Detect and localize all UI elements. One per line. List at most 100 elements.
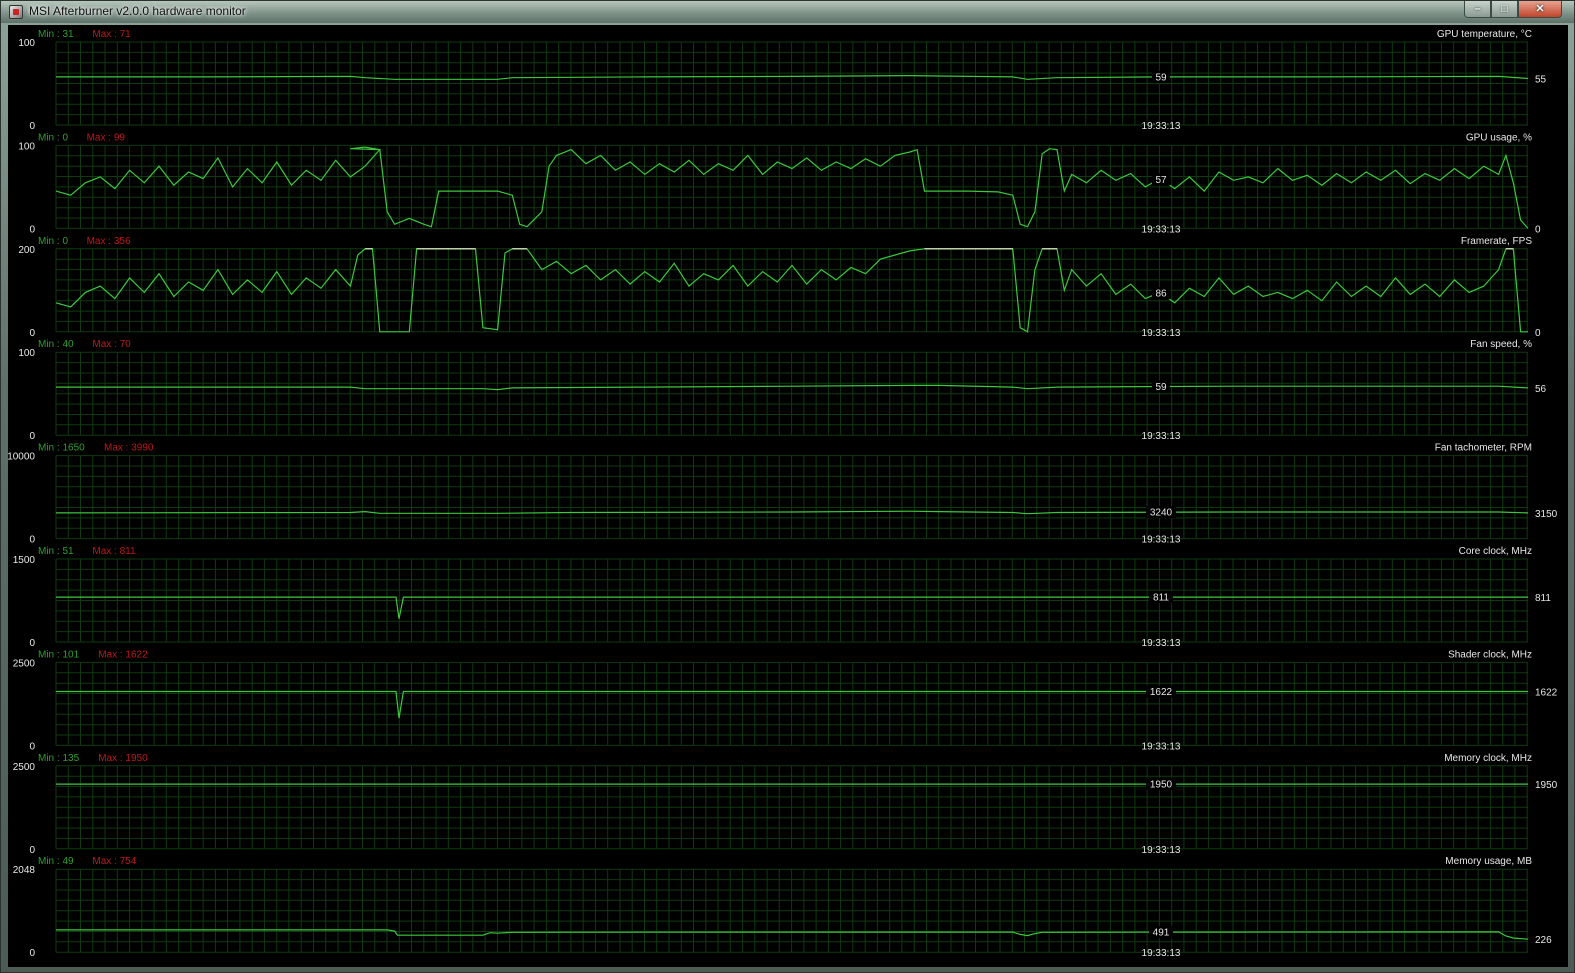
y-min-label: 0 (29, 224, 35, 235)
app-icon (9, 5, 23, 19)
monitor-graphs-area[interactable]: 100 0 Min : 31 Max : 71 GPU temperature, °C 5… (8, 25, 1568, 967)
y-max-label: 2048 (13, 865, 36, 876)
panel-grid (55, 41, 1528, 126)
graph-title: Memory clock, MHz (1444, 753, 1532, 764)
minimize-icon: – (1474, 3, 1481, 15)
grid-lines (55, 455, 1528, 540)
maximize-icon: □ (1501, 3, 1508, 15)
current-value: 0 (1535, 224, 1541, 235)
y-min-label: 0 (29, 741, 35, 752)
y-max-label: 1500 (13, 555, 36, 566)
cursor-value: 57 (1155, 175, 1167, 186)
current-value: 56 (1535, 384, 1547, 395)
cursor-value: 1950 (1150, 780, 1173, 791)
current-value: 3150 (1535, 509, 1558, 520)
min-value-label: Min : 0 (38, 132, 68, 143)
max-value-label: Max : 356 (87, 236, 131, 247)
panel-grid (55, 765, 1528, 850)
cursor-time-label: 19:33:13 (1142, 948, 1181, 959)
current-value: 55 (1535, 75, 1547, 86)
min-value-label: Min : 49 (38, 856, 74, 867)
grid-lines (55, 868, 1528, 953)
graph-title: Fan speed, % (1470, 339, 1532, 350)
graph-title: Shader clock, MHz (1448, 649, 1532, 660)
cursor-value: 3240 (1150, 508, 1173, 519)
min-value-label: Min : 51 (38, 546, 74, 557)
graph-title: GPU usage, % (1466, 132, 1532, 143)
current-value: 0 (1535, 328, 1541, 339)
title-bar[interactable]: MSI Afterburner v2.0.0 hardware monitor … (1, 1, 1574, 23)
graph-title: Framerate, FPS (1461, 236, 1532, 247)
min-value-label: Min : 135 (38, 753, 80, 764)
grid-lines (55, 351, 1528, 436)
cursor-value: 811 (1153, 593, 1169, 604)
max-value-label: Max : 99 (87, 132, 126, 143)
grid-lines (55, 41, 1528, 126)
cursor-value: 59 (1155, 382, 1167, 393)
cursor-time-label: 19:33:13 (1142, 121, 1181, 132)
current-value: 1950 (1535, 780, 1558, 791)
panel-grid (55, 868, 1528, 953)
cursor-value: 1622 (1150, 687, 1173, 698)
max-value-label: Max : 3990 (104, 443, 154, 454)
min-value-label: Min : 1650 (38, 443, 85, 454)
current-value: 1622 (1535, 688, 1558, 699)
max-value-label: Max : 71 (92, 29, 131, 40)
panel-grid (55, 351, 1528, 436)
max-value-label: Max : 1950 (98, 753, 148, 764)
panel-grid (55, 455, 1528, 540)
grid-lines (55, 765, 1528, 850)
cursor-time-label: 19:33:13 (1142, 431, 1181, 442)
minimize-button[interactable]: – (1464, 1, 1491, 18)
current-value: 811 (1535, 593, 1551, 604)
cursor-time-label: 19:33:13 (1142, 535, 1181, 546)
graph-title: Memory usage, MB (1445, 856, 1532, 867)
max-value-label: Max : 1622 (98, 649, 148, 660)
monitor-graphs: 100 0 Min : 31 Max : 71 GPU temperature, °C 5… (8, 29, 1558, 959)
graph-title: Fan tachometer, RPM (1435, 443, 1532, 454)
min-value-label: Min : 101 (38, 649, 80, 660)
graph-title: GPU temperature, °C (1437, 29, 1532, 40)
panel-grid (55, 558, 1528, 643)
y-max-label: 2500 (13, 762, 36, 773)
y-min-label: 0 (29, 845, 35, 856)
close-icon: ✕ (1535, 3, 1545, 15)
panel-grid (55, 144, 1528, 229)
cursor-value: 491 (1153, 928, 1170, 939)
y-max-label: 100 (18, 348, 35, 359)
min-value-label: Min : 0 (38, 236, 68, 247)
max-value-label: Max : 811 (92, 546, 136, 557)
y-max-label: 100 (18, 38, 35, 49)
cursor-time-label: 19:33:13 (1142, 224, 1181, 235)
y-min-label: 0 (29, 328, 35, 339)
panel-grid (55, 661, 1528, 746)
y-min-label: 0 (29, 638, 35, 649)
cursor-time-label: 19:33:13 (1142, 741, 1181, 752)
close-button[interactable]: ✕ (1518, 1, 1562, 18)
grid-lines (55, 144, 1528, 229)
graph-title: Core clock, MHz (1459, 546, 1532, 557)
y-min-label: 0 (29, 948, 35, 959)
window-title: MSI Afterburner v2.0.0 hardware monitor (29, 4, 246, 18)
y-max-label: 10000 (8, 452, 35, 463)
cursor-time-label: 19:33:13 (1142, 845, 1181, 856)
current-value: 226 (1535, 935, 1552, 946)
grid-lines (55, 661, 1528, 746)
grid-lines (55, 558, 1528, 643)
y-max-label: 2500 (13, 658, 36, 669)
y-min-label: 0 (29, 121, 35, 132)
max-value-label: Max : 754 (92, 856, 136, 867)
maximize-button[interactable]: □ (1491, 1, 1518, 18)
cursor-value: 59 (1155, 72, 1167, 83)
y-max-label: 200 (18, 245, 35, 256)
min-value-label: Min : 40 (38, 339, 74, 350)
cursor-time-label: 19:33:13 (1142, 328, 1181, 339)
max-value-label: Max : 70 (92, 339, 131, 350)
min-value-label: Min : 31 (38, 29, 74, 40)
cursor-value: 86 (1155, 289, 1167, 300)
cursor-time-label: 19:33:13 (1142, 638, 1181, 649)
hardware-monitor-window: MSI Afterburner v2.0.0 hardware monitor … (0, 0, 1575, 973)
y-max-label: 100 (18, 141, 35, 152)
y-min-label: 0 (29, 431, 35, 442)
y-min-label: 0 (29, 535, 35, 546)
